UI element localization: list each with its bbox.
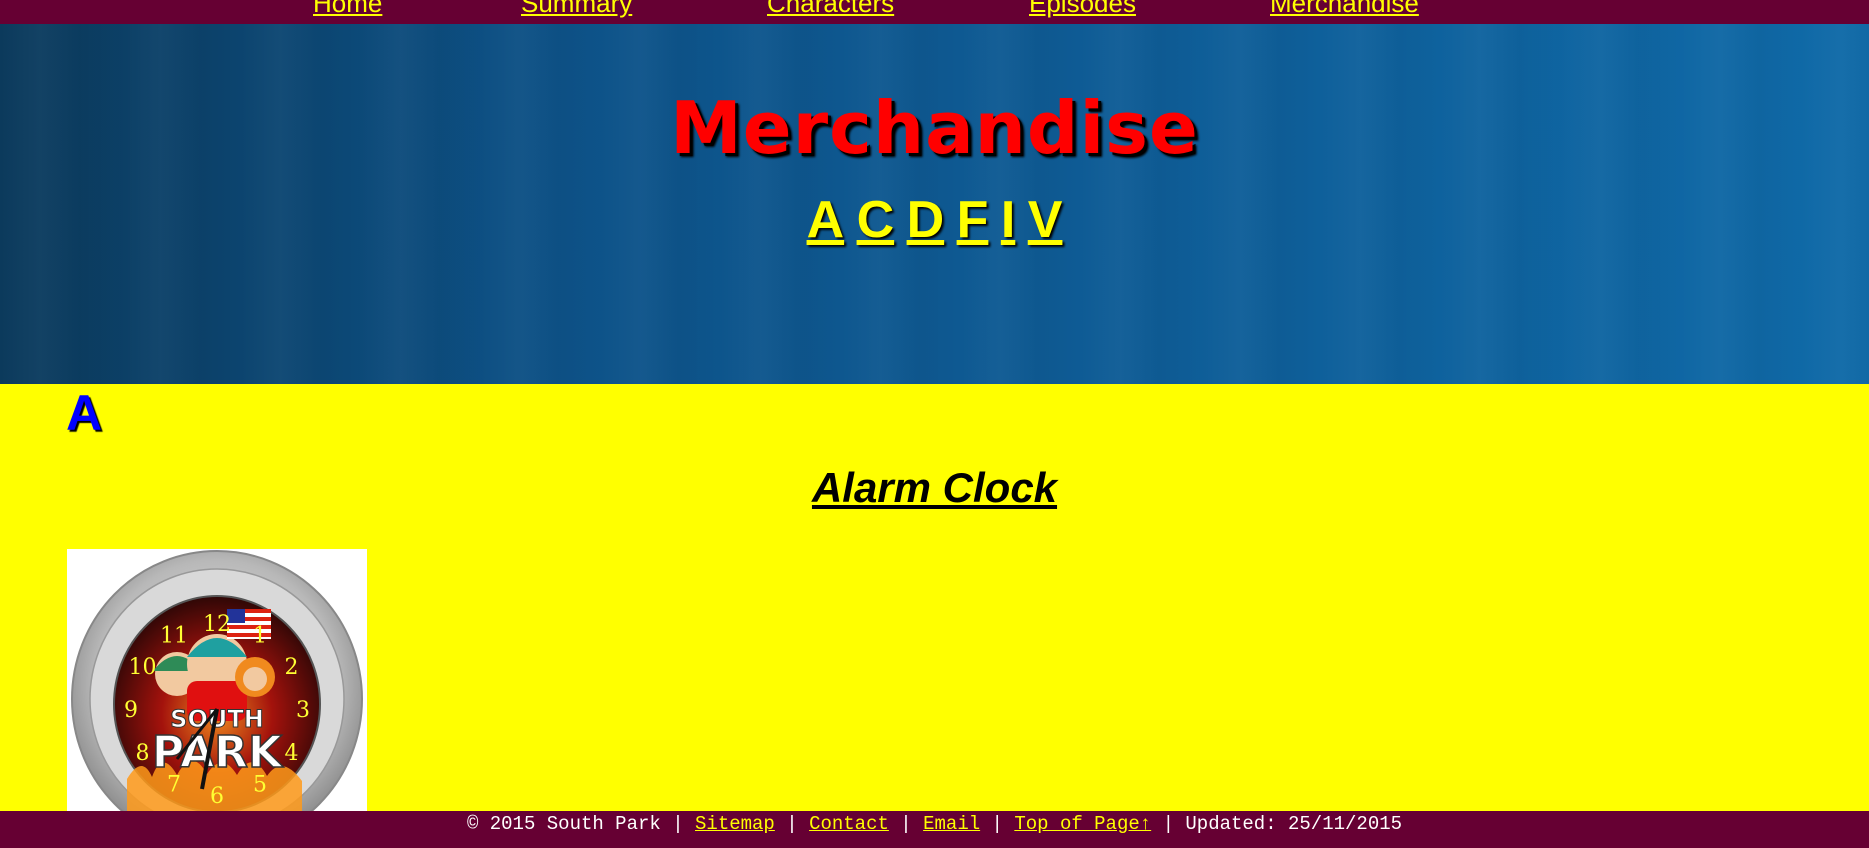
footer-top-link[interactable]: Top of Page↑ (1014, 813, 1151, 835)
alphabet-navigation: A C D F I V (0, 190, 1869, 250)
letter-link-d[interactable]: D (907, 191, 945, 249)
letter-link-v[interactable]: V (1028, 191, 1063, 249)
footer-separator: | (900, 813, 912, 835)
footer-email-link[interactable]: Email (923, 813, 980, 835)
footer-separator: | (1162, 813, 1174, 835)
clock-numeral: 12 (203, 612, 231, 637)
clock-numeral: 5 (253, 773, 267, 798)
footer-sitemap-link[interactable]: Sitemap (695, 813, 775, 835)
letter-link-a[interactable]: A (807, 191, 845, 249)
clock-numeral: 9 (124, 698, 138, 723)
clock-numeral: 3 (296, 698, 310, 723)
footer: © 2015 South Park | Sitemap | Contact | … (0, 811, 1869, 848)
header-banner: Merchandise A C D F I V (0, 24, 1869, 384)
clock-numeral: 11 (160, 624, 188, 649)
footer-separator: | (991, 813, 1003, 835)
item-title: Alarm Clock (811, 464, 1058, 511)
nav-summary-link[interactable]: Summary (521, 0, 632, 19)
clock-numeral: 10 (129, 655, 157, 680)
top-navigation: Home Summary Characters Episodes Merchan… (0, 0, 1869, 24)
clock-numeral: 4 (285, 741, 299, 766)
page-title: Merchandise (670, 86, 1199, 170)
footer-separator: | (672, 813, 684, 835)
letter-link-i[interactable]: I (1001, 191, 1015, 249)
footer-contact-link[interactable]: Contact (809, 813, 889, 835)
footer-separator: | (786, 813, 798, 835)
clock-numeral: 6 (210, 784, 224, 809)
alarm-clock-image: SOUTH PARK 121234567891011 (67, 549, 367, 811)
footer-copyright: © 2015 South Park (466, 813, 661, 835)
clock-numeral: 1 (253, 624, 267, 649)
section-letter-heading: A (66, 385, 103, 441)
nav-home-link[interactable]: Home (313, 0, 382, 19)
clock-numeral: 7 (167, 773, 181, 798)
clock-logo-line2: PARK (152, 727, 284, 778)
nav-merchandise-link[interactable]: Merchandise (1270, 0, 1419, 19)
clock-numeral: 2 (285, 655, 299, 680)
footer-updated: Updated: 25/11/2015 (1185, 813, 1403, 835)
letter-link-c[interactable]: C (857, 191, 895, 249)
letter-link-f[interactable]: F (957, 191, 989, 249)
clock-numeral: 8 (136, 741, 150, 766)
nav-characters-link[interactable]: Characters (767, 0, 894, 19)
alarm-clock-illustration: SOUTH PARK 121234567891011 (71, 550, 363, 811)
nav-episodes-link[interactable]: Episodes (1029, 0, 1136, 19)
